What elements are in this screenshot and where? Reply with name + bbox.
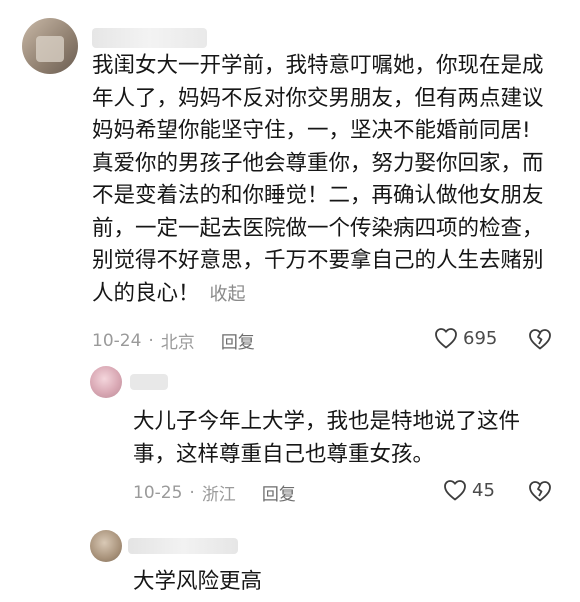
avatar[interactable] [90, 366, 122, 398]
dislike-button[interactable] [528, 480, 552, 506]
comment-line: 大学风险更高 [133, 569, 263, 594]
comment-date: 10-24 [92, 330, 142, 351]
heart-outline-icon [435, 328, 457, 349]
comment-line: 前，一定一起去医院做一个传染病四项的检查， [92, 215, 544, 241]
comment-location: 浙江 [201, 485, 236, 505]
comment-text: 大学风险更高 [133, 566, 573, 599]
comment-meta: 10-25 · 浙江 回复 [133, 480, 296, 506]
collapse-button[interactable]: 收起 [210, 284, 246, 305]
comment-line: 事，这样尊重自己也尊重女孩。 [133, 441, 435, 467]
like-count: 45 [472, 479, 495, 501]
username[interactable] [92, 28, 207, 48]
comment-line: 人的良心！ [92, 280, 200, 306]
comment-line-last: 人的良心！ 收起 [92, 278, 572, 312]
username[interactable] [130, 374, 168, 390]
comment-line: 别觉得不好意思，千万不要拿自己的人生去赌别 [92, 248, 544, 273]
like-button[interactable]: 45 [443, 479, 495, 501]
comment-text: 大儿子今年上大学，我也是特地说了这件 事，这样尊重自己也尊重女孩。 [133, 406, 573, 471]
heart-outline-icon [444, 480, 466, 501]
dislike-button[interactable] [528, 328, 552, 354]
comment-line: 年人了，妈妈不反对你交男朋友，但有两点建议 [92, 85, 544, 111]
avatar[interactable] [90, 530, 122, 562]
separator: · [148, 330, 154, 351]
reply-button[interactable]: 回复 [262, 480, 296, 505]
comment-text: 我闺女大一开学前，我特意叮嘱她，你现在是成 年人了，妈妈不反对你交男朋友，但有两… [92, 50, 572, 311]
avatar[interactable] [22, 18, 78, 74]
username[interactable] [128, 538, 238, 554]
comment-location: 北京 [160, 333, 195, 353]
separator: · [189, 482, 195, 503]
comment-line: 妈妈希望你能坚守住，一，坚决不能婚前同居! [92, 118, 531, 143]
comment-line: 大儿子今年上大学，我也是特地说了这件 [133, 409, 521, 434]
like-count: 695 [463, 327, 498, 349]
comment-date: 10-25 [133, 482, 183, 503]
broken-heart-icon [529, 481, 551, 502]
comment-line: 我闺女大一开学前，我特意叮嘱她，你现在是成 [92, 53, 544, 78]
comment-line: 不是变着法的和你睡觉！二，再确认做他女朋友 [92, 183, 544, 208]
comment-meta: 10-24 · 北京 回复 [92, 328, 255, 354]
comment-line: 真爱你的男孩子他会尊重你，努力娶你回家，而 [92, 150, 544, 176]
like-button[interactable]: 695 [434, 327, 497, 349]
reply-button[interactable]: 回复 [221, 328, 255, 353]
broken-heart-icon [529, 329, 551, 350]
